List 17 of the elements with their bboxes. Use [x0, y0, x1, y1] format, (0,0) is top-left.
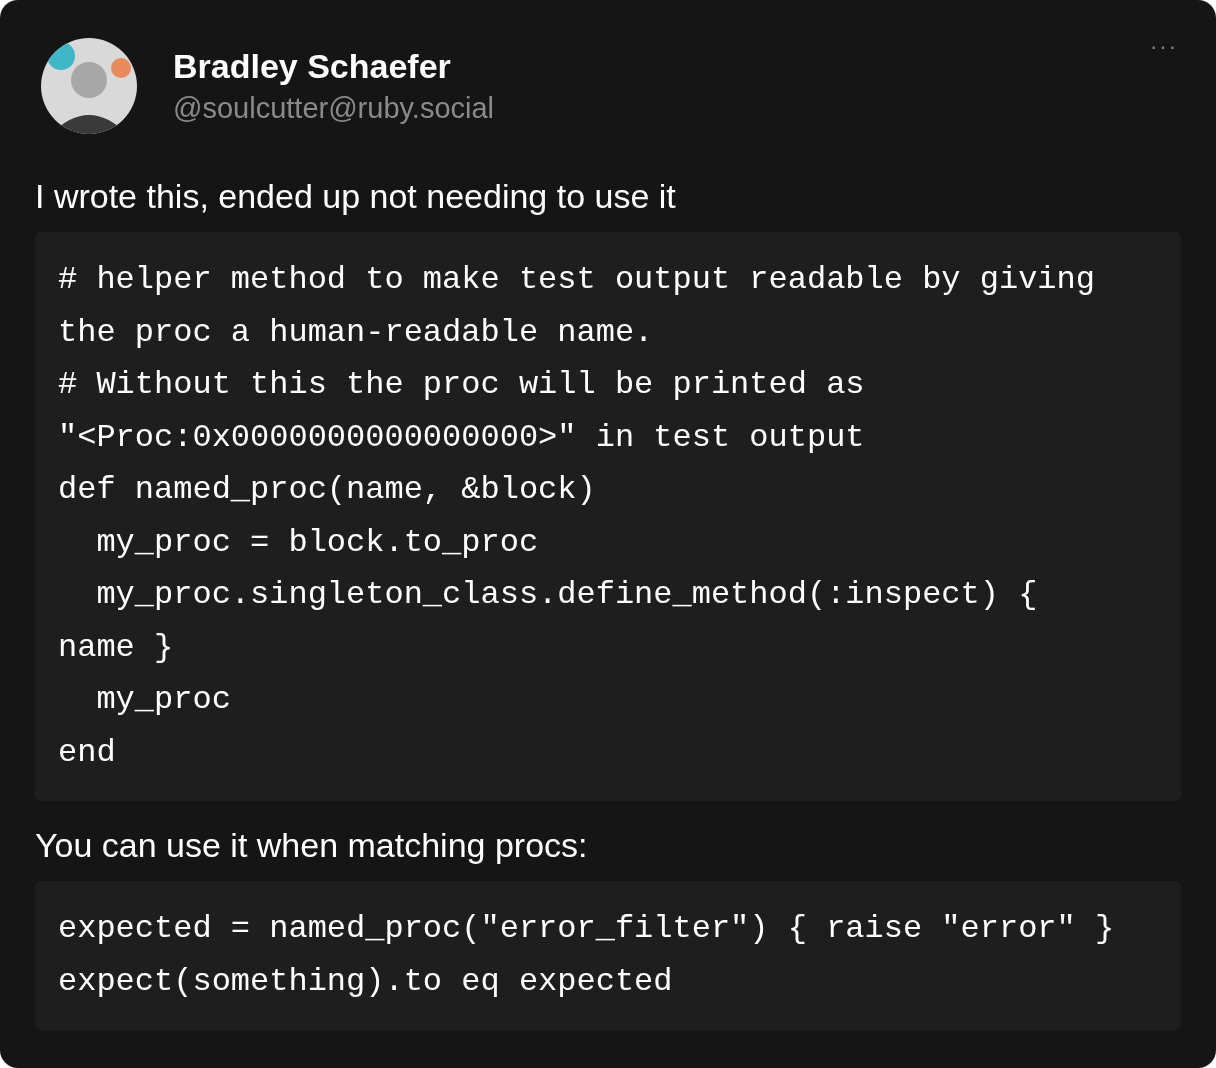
code-line: my_proc [95, 680, 232, 720]
author-handle[interactable]: @soulcutter@ruby.social [173, 90, 495, 126]
code-line: def named_proc(name, &block) [58, 470, 597, 510]
code-line: expect(something).to eq expected [58, 961, 674, 1002]
post-text: I wrote this, ended up not needing to use it [35, 176, 677, 217]
code-line: # helper method to make test output readable by giving [58, 260, 1096, 300]
more-menu[interactable]: ··· [1150, 30, 1178, 63]
code-line: expected = named_proc("error_filter") { raise "error" } [58, 909, 1116, 949]
code-line: # Without this the proc will be printed as [58, 365, 866, 405]
code-line: my_proc = block.to_proc [95, 522, 540, 563]
code-line: my_proc.singleton_class.define_method(:inspect) { [95, 575, 1039, 615]
code-line: the proc a human-readable name. [58, 312, 655, 353]
author-name[interactable]: Bradley Schaefer [173, 46, 495, 86]
code-line: end [58, 732, 117, 773]
post-text: You can use it when matching procs: [35, 825, 589, 866]
code-line: "<Proc:0x0000000000000000>" in test output [58, 417, 866, 458]
code-line: name } [58, 627, 175, 668]
